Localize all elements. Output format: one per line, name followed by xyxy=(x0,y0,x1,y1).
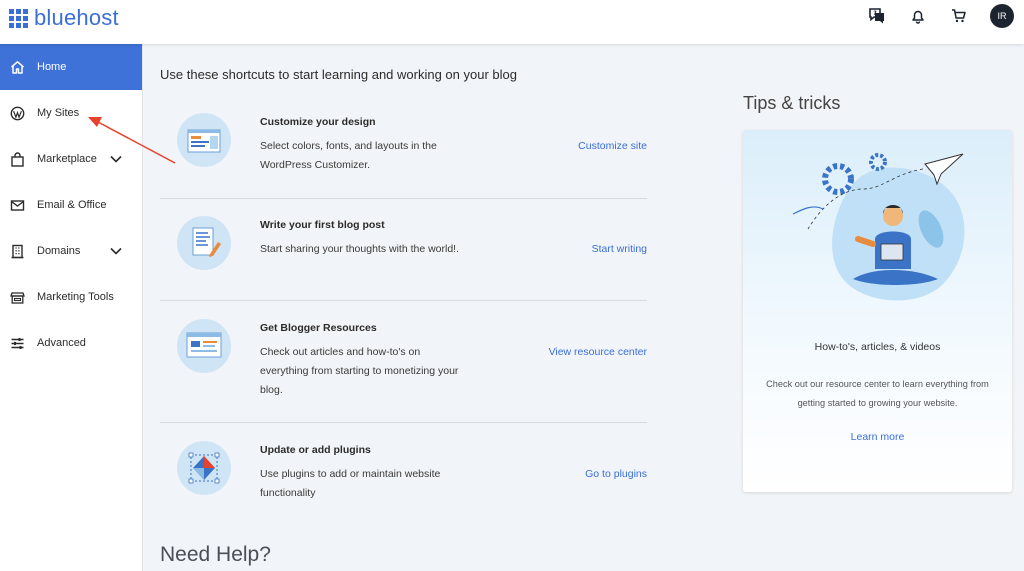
sidebar-item-my-sites[interactable]: My Sites xyxy=(0,90,142,136)
chevron-down-icon[interactable] xyxy=(109,152,123,166)
browser-window-icon xyxy=(177,319,231,373)
cart-icon[interactable] xyxy=(948,5,970,27)
shortcut-title: Get Blogger Resources xyxy=(260,322,377,334)
top-bar: bluehost ? IR xyxy=(0,0,1024,44)
sidebar-item-marketing-tools[interactable]: Marketing Tools xyxy=(0,274,142,320)
learn-more-link[interactable]: Learn more xyxy=(743,431,1012,443)
wordpress-icon xyxy=(9,105,25,121)
shortcuts-heading: Use these shortcuts to start learning an… xyxy=(160,67,517,82)
shortcut-description: Check out articles and how-to's on every… xyxy=(260,346,459,396)
shortcut-description: Use plugins to add or maintain website f… xyxy=(260,468,441,499)
shortcut-title: Update or add plugins xyxy=(260,444,371,456)
mail-icon xyxy=(9,197,25,213)
sidebar: Home My Sites Marketplace Email & Office… xyxy=(0,44,143,571)
sidebar-item-marketplace[interactable]: Marketplace xyxy=(0,136,142,182)
shortcut-customize-design: Customize your design Select colors, fon… xyxy=(160,113,647,193)
sliders-icon xyxy=(9,335,25,351)
help-chat-icon[interactable]: ? xyxy=(866,5,888,27)
tips-card: How-to's, articles, & videos Check out o… xyxy=(743,130,1012,492)
sidebar-item-advanced[interactable]: Advanced xyxy=(0,320,142,366)
bluehost-logo[interactable]: bluehost xyxy=(9,5,119,31)
divider xyxy=(160,300,647,301)
storefront-icon xyxy=(9,289,25,305)
start-writing-link[interactable]: Start writing xyxy=(592,243,647,255)
shortcut-blogger-resources: Get Blogger Resources Check out articles… xyxy=(160,319,647,409)
tips-heading: Tips & tricks xyxy=(743,93,841,113)
divider xyxy=(160,198,647,199)
sidebar-item-label: Home xyxy=(37,61,67,73)
sidebar-item-label: Marketing Tools xyxy=(37,291,114,303)
chevron-down-icon[interactable] xyxy=(109,244,123,258)
customize-illustration-icon xyxy=(177,113,231,167)
go-to-plugins-link[interactable]: Go to plugins xyxy=(585,468,647,480)
shortcut-description: Select colors, fonts, and layouts in the… xyxy=(260,140,437,171)
sidebar-item-label: Domains xyxy=(37,245,81,257)
sidebar-item-label: My Sites xyxy=(37,107,80,119)
sidebar-item-home[interactable]: Home xyxy=(0,44,142,90)
building-icon xyxy=(9,243,25,259)
customize-site-link[interactable]: Customize site xyxy=(578,140,647,152)
person-laptop-illustration-icon xyxy=(792,153,965,301)
shortcut-description: Start sharing your thoughts with the wor… xyxy=(260,243,460,255)
sidebar-item-label: Marketplace xyxy=(37,153,97,165)
shortcut-plugins: Update or add plugins Use plugins to add… xyxy=(160,441,647,521)
plugin-diamond-icon xyxy=(177,441,231,495)
sidebar-item-label: Email & Office xyxy=(37,199,107,211)
need-help-heading: Need Help? xyxy=(160,543,271,566)
bell-icon[interactable] xyxy=(907,5,929,27)
divider xyxy=(160,422,647,423)
home-icon xyxy=(9,59,25,75)
tips-card-title: How-to's, articles, & videos xyxy=(814,341,941,353)
bag-icon xyxy=(9,151,25,167)
avatar[interactable]: IR xyxy=(990,4,1014,28)
tips-card-description: Check out our resource center to learn e… xyxy=(766,379,989,408)
sidebar-item-label: Advanced xyxy=(37,337,86,349)
shortcut-title: Write your first blog post xyxy=(260,219,385,231)
sidebar-item-domains[interactable]: Domains xyxy=(0,228,142,274)
document-pencil-icon xyxy=(177,216,231,270)
shortcut-write-post: Write your first blog post Start sharing… xyxy=(160,216,647,296)
svg-text:?: ? xyxy=(873,10,877,17)
sidebar-item-email-office[interactable]: Email & Office xyxy=(0,182,142,228)
logo-grid-icon xyxy=(9,8,28,28)
logo-text: bluehost xyxy=(34,5,119,30)
view-resource-center-link[interactable]: View resource center xyxy=(549,346,647,358)
shortcut-title: Customize your design xyxy=(260,116,376,128)
